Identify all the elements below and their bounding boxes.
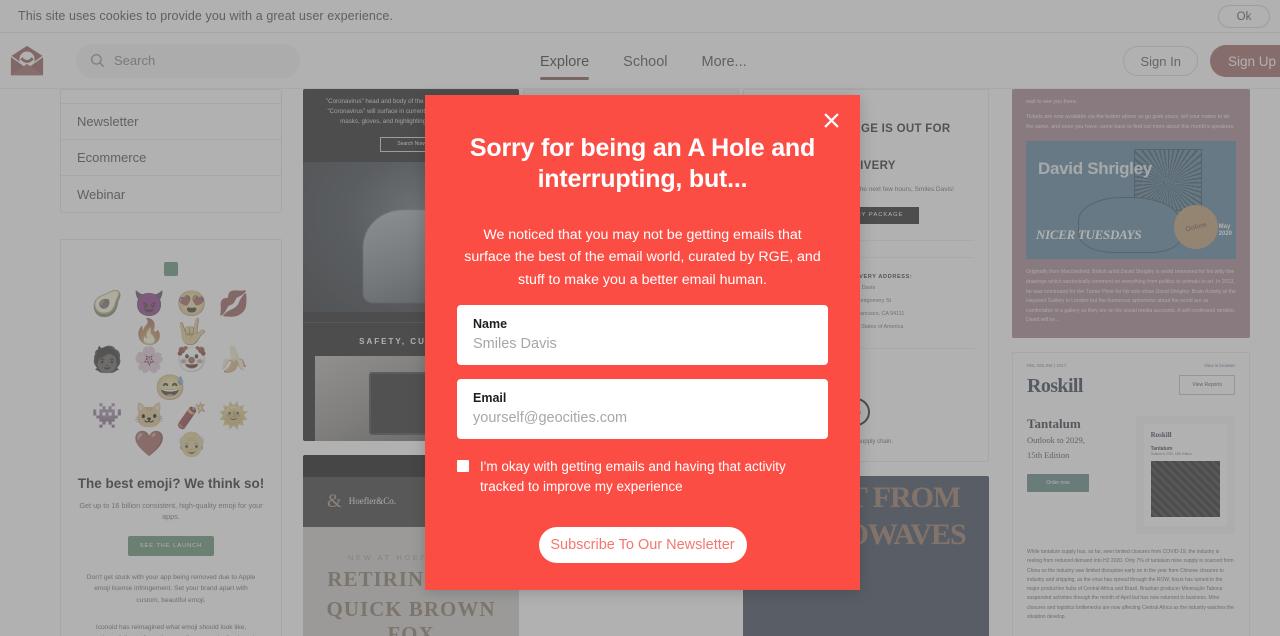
delivery-address-line-1: Smiles Davis [844,284,876,291]
roskill-meta: RBL ONLINE | 2017 [1027,363,1067,369]
emoji-card-paragraph-1: Don't get stuck with your app being remo… [86,574,256,604]
emoji-card-paragraph-2: Iconoid has reimagined what emoji should… [88,623,254,636]
nav-item-school[interactable]: School [623,37,667,86]
email-preview-card-roskill[interactable]: RBL ONLINE | 2017 View in browser Roskil… [1012,352,1250,636]
emoji-card-title: The best emoji? We think so! [77,476,265,491]
shrigley-date-month: May [1218,224,1231,231]
category-item-newsletter[interactable]: Newsletter [61,104,281,140]
emoji-row-3: 👾 🐱 🧨 🌞 ❤️ 👴 [91,402,251,458]
cookie-ok-button[interactable]: Ok [1218,5,1270,28]
emoji-row-1: 🥑 😈 😍 💋 🔥 🤟 [91,290,251,346]
emoji-row-2: 🧑🏿 🌸 🤡 🍌 😅 [91,346,251,402]
emoji-card-cta-button[interactable]: SEE THE LAUNCH [128,536,214,557]
roskill-subtitle-line2: 15th Edition [1027,449,1070,460]
roskill-thumb-logo: Roskill [1150,431,1172,440]
cookie-message: This site uses cookies to provide you wi… [18,9,393,23]
email-field-label: Email [473,391,507,406]
shrigley-poster-subtitle: NICER TUESDAYS [1036,227,1142,243]
modal-title: Sorry for being an A Hole and interrupti… [469,134,816,193]
cookie-consent-bar: This site uses cookies to provide you wi… [0,0,1280,33]
shrigley-poster-date: May 2020 [1219,224,1232,237]
name-field[interactable]: Name Smiles Davis [457,305,828,366]
consent-label: I'm okay with getting emails and having … [480,459,786,495]
roskill-subtitle-line1: Outlook to 2029, [1027,435,1085,446]
consent-row[interactable]: I'm okay with getting emails and having … [457,457,828,496]
search-placeholder: Search [114,53,156,68]
roskill-report-thumbnail: Roskill Tantalum Outlook to 2029, 15th E… [1143,424,1227,527]
email-preview-card-shrigley[interactable]: wait to see you there. Tickets are now a… [1012,89,1250,339]
roskill-brand-row: Roskill View Reports [1027,375,1235,398]
roskill-order-button[interactable]: Order now [1027,474,1089,493]
column-five: wait to see you there. Tickets are now a… [1012,89,1250,636]
consent-checkbox[interactable] [457,460,469,473]
circuit-board-image [1150,461,1220,518]
page-root: This site uses cookies to provide you wi… [0,0,1280,636]
search-input[interactable]: Search [76,43,300,78]
shrigley-pre-text-1: wait to see you there. [1026,99,1078,105]
nav-item-explore[interactable]: Explore [540,37,590,86]
hoefler-brand-name: Hoefler&Co. [348,496,397,507]
roskill-body-row: Tantalum Outlook to 2029, 15th Edition O… [1027,416,1235,535]
view-reports-button[interactable]: View Reports [1179,375,1235,396]
roskill-paragraph-1: While tantalum supply has, so far, seen … [1027,549,1234,620]
sign-in-button[interactable]: Sign In [1123,46,1198,76]
roskill-title: Tantalum [1027,416,1081,432]
roskill-thumbnail-wrap: Roskill Tantalum Outlook to 2029, 15th E… [1135,416,1235,535]
reclining-figure-illustration [1078,197,1182,254]
nav-item-more[interactable]: More... [702,37,747,86]
roskill-left: Tantalum Outlook to 2029, 15th Edition O… [1027,416,1126,534]
roskill-logo: Roskill [1027,375,1083,398]
sign-up-button[interactable]: Sign Up [1209,45,1280,77]
subscribe-button[interactable]: Subscribe To Our Newsletter [538,526,747,563]
auth-buttons: Sign In Sign Up [1123,33,1280,89]
close-x-glyph [823,112,839,128]
name-field-input[interactable]: Smiles Davis [473,336,812,352]
shrigley-poster-title: David Shrigley [1038,159,1152,179]
hoefler-title-line2: QUICK BROWN FOX [326,596,496,636]
shrigley-date-year: 2020 [1218,230,1232,237]
delivery-address-heading: DELIVERY ADDRESS: [844,273,913,280]
roskill-thumb-subtitle: Outlook to 2029, 15th Edition [1150,452,1192,457]
category-item-clipped[interactable] [61,90,281,104]
category-sidebar: Newsletter Ecommerce Webinar 🥑 😈 😍 💋 🔥 🤟… [60,89,282,636]
roskill-meta-row: RBL ONLINE | 2017 View in browser [1027,363,1235,368]
shrigley-body: Originally from Macclesfield, British ar… [1026,269,1236,324]
delivery-address-line-2: 500 Montgomery St [844,297,892,304]
roskill-view-online-link[interactable]: View in browser [1204,363,1235,368]
name-field-label: Name [473,317,508,332]
main-navigation: Explore School More... [540,33,747,89]
hoefler-ampersand-icon: & [327,491,342,512]
delivery-address-line-4: United States of America [844,323,904,330]
category-list: Newsletter Ecommerce Webinar [60,89,282,213]
category-item-webinar[interactable]: Webinar [61,176,281,212]
search-icon [90,53,105,68]
shrigley-poster-image: David Shrigley NICER TUESDAYS Online May… [1026,141,1236,260]
newsletter-subscribe-modal: Sorry for being an A Hole and interrupti… [425,95,860,590]
green-square-logo-icon [164,262,178,276]
category-item-ecommerce[interactable]: Ecommerce [61,140,281,176]
close-icon[interactable] [820,109,842,131]
email-preview-card-emoji[interactable]: 🥑 😈 😍 💋 🔥 🤟 🧑🏿 🌸 🤡 🍌 😅 👾 🐱 🧨 🌞 ❤️ 👴 The … [60,239,282,636]
shrigley-pre-text-2: Tickets are now available via the button… [1026,114,1235,130]
delivery-address-line-3: San Francisco, CA 94111 [844,310,905,317]
email-field-input[interactable]: yourself@geocities.com [473,410,812,426]
emoji-card-subtitle: Get up to 16 billion consistent, high-qu… [79,501,263,521]
modal-subtitle: We noticed that you may not be getting e… [464,227,821,288]
site-header: Search Explore School More... Sign In Si… [0,33,1280,89]
email-field[interactable]: Email yourself@geocities.com [457,379,828,440]
envelope-smile-logo-icon[interactable] [8,43,46,79]
